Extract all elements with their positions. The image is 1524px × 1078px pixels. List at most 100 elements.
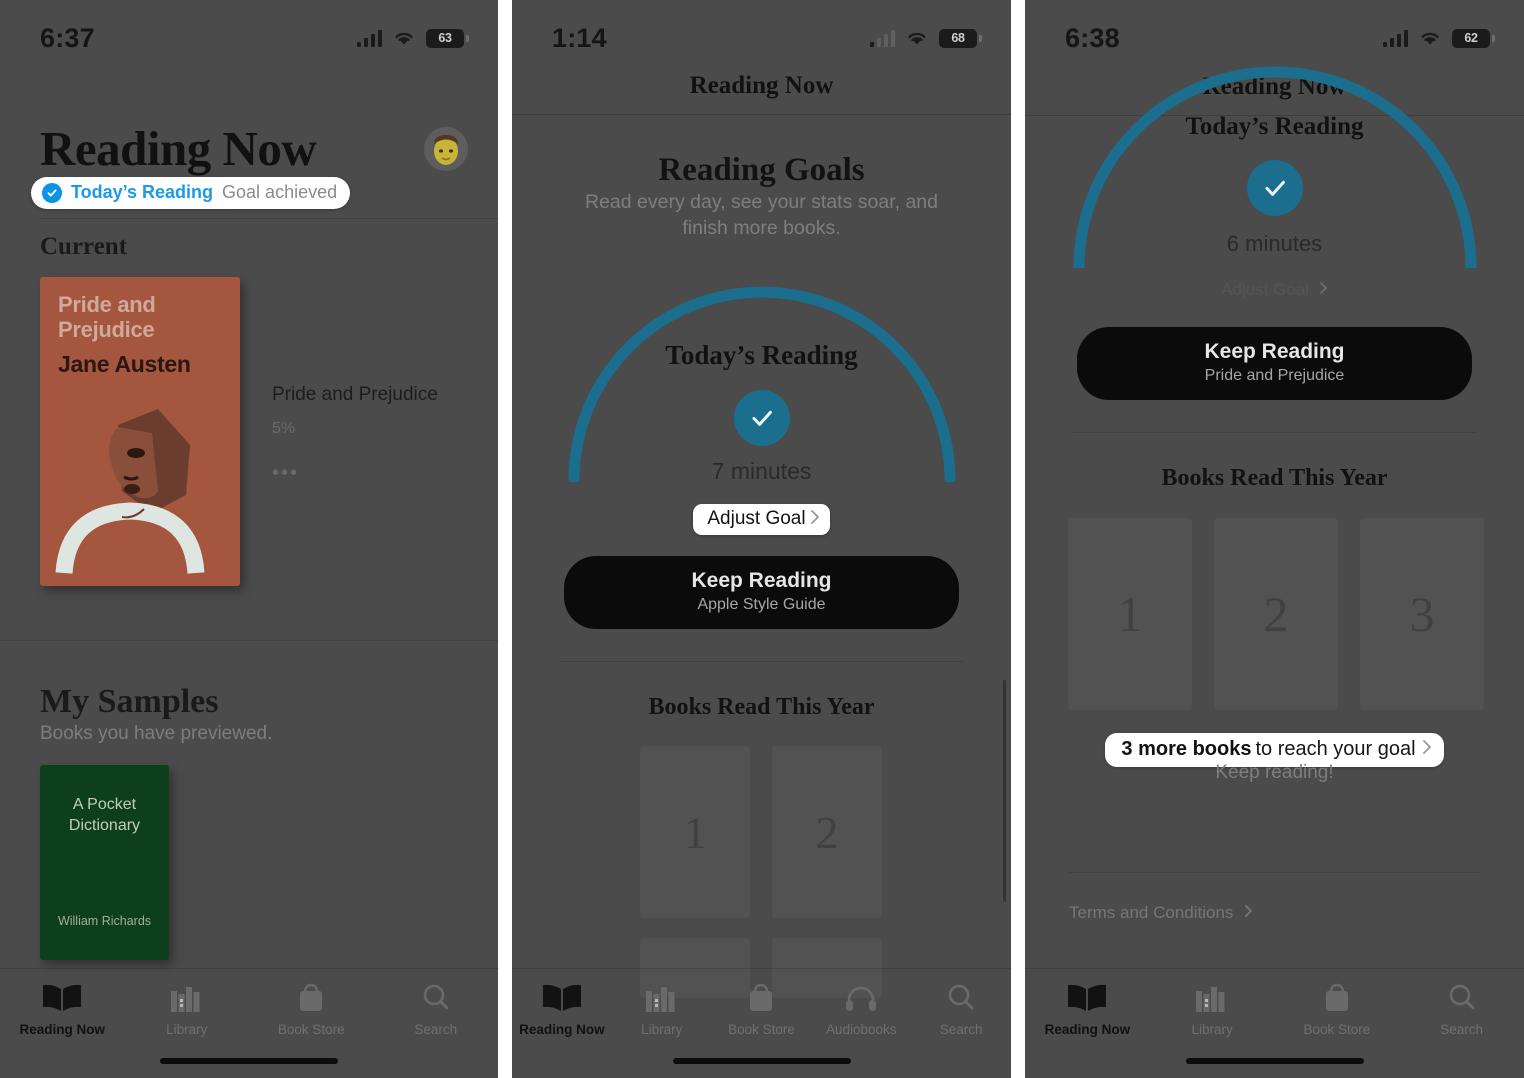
tab-library[interactable]: Library <box>612 981 712 1037</box>
book-more-button[interactable]: ••• <box>272 462 438 485</box>
adjust-goal-button[interactable]: Adjust Goal <box>512 504 1011 535</box>
page-header: Reading Now <box>40 120 468 177</box>
cellular-signal-icon <box>869 29 895 47</box>
keep-reading-button[interactable]: Keep Reading Pride and Prejudice <box>1077 327 1472 400</box>
tab-bar: Reading Now Library Book Store Audiobook… <box>512 968 1011 1078</box>
search-icon <box>944 981 978 1015</box>
chevron-right-icon <box>1244 904 1253 923</box>
nav-title: Reading Now <box>689 72 834 99</box>
adjust-goal-label: Adjust Goal <box>1221 280 1310 299</box>
keep-reading-button[interactable]: Keep Reading Apple Style Guide <box>564 556 959 629</box>
tab-bar: Reading Now Library Book Store Search <box>1025 968 1524 1078</box>
check-mark-icon <box>1246 160 1303 216</box>
page-title: Reading Now <box>40 121 317 176</box>
open-book-icon <box>539 981 585 1015</box>
bookshelf-icon <box>642 981 682 1015</box>
tab-book-store[interactable]: Book Store <box>712 981 812 1037</box>
divider <box>40 218 498 219</box>
tab-label: Book Store <box>1303 1022 1371 1037</box>
status-bar: 6:37 63 <box>0 0 498 62</box>
tab-library[interactable]: Library <box>125 981 250 1037</box>
open-book-icon <box>1064 981 1110 1015</box>
minutes-read: 6 minutes <box>1226 231 1323 256</box>
tab-label: Book Store <box>728 1022 795 1037</box>
cover-title: A Pocket Dictionary <box>68 796 141 834</box>
battery-level: 68 <box>951 31 965 45</box>
tab-reading-now[interactable]: Reading Now <box>1025 981 1150 1037</box>
reading-goals-title: Reading Goals <box>658 152 865 188</box>
divider <box>560 661 963 662</box>
shopping-bag-icon <box>1320 981 1354 1015</box>
battery-icon: 63 <box>426 28 469 48</box>
section-title-current: Current <box>40 233 128 260</box>
scrollbar[interactable] <box>1003 680 1006 902</box>
tab-label: Search <box>414 1022 458 1037</box>
sample-book-cover[interactable]: A Pocket Dictionary William Richards <box>40 765 169 960</box>
todays-reading-badge[interactable]: Today’s Reading Goal achieved <box>31 177 351 209</box>
book-slot[interactable]: 2 <box>1214 518 1338 710</box>
divider <box>0 640 498 641</box>
current-book-info: Pride and Prejudice 5% ••• <box>272 384 438 485</box>
cellular-signal-icon <box>356 29 382 47</box>
shopping-bag-icon <box>744 981 778 1015</box>
check-circle-icon <box>42 182 62 203</box>
battery-level: 63 <box>438 31 452 45</box>
tab-reading-now[interactable]: Reading Now <box>0 981 125 1037</box>
cta-subtitle: Pride and Prejudice <box>1204 367 1345 384</box>
check-mark-icon <box>733 390 790 446</box>
terms-and-conditions-link[interactable]: Terms and Conditions <box>1069 903 1253 923</box>
book-slot[interactable]: 3 <box>1360 518 1484 710</box>
books-read-title: Books Read This Year <box>648 694 875 720</box>
nav-divider <box>512 114 1011 115</box>
tab-label: Search <box>1440 1022 1484 1037</box>
tab-search[interactable]: Search <box>1399 981 1524 1037</box>
cover-author: William Richards <box>57 914 152 928</box>
wifi-icon <box>392 29 416 47</box>
section-subtitle: Books you have previewed. <box>40 723 273 744</box>
avatar[interactable] <box>424 126 468 171</box>
home-indicator <box>1185 1058 1364 1064</box>
battery-icon: 68 <box>939 28 982 48</box>
status-time: 6:37 <box>40 22 95 53</box>
tab-reading-now[interactable]: Reading Now <box>512 981 612 1037</box>
tab-search[interactable]: Search <box>911 981 1011 1037</box>
phone-screen-goal-progress: 6:38 62 Reading Now Today’s Reading 6 mi… <box>1025 0 1524 1078</box>
book-slot[interactable]: 1 <box>640 746 750 918</box>
tab-audiobooks[interactable]: Audiobooks <box>811 981 911 1037</box>
todays-reading-label: Today’s Reading <box>1185 113 1364 140</box>
tab-label: Reading Now <box>19 1022 105 1037</box>
cta-title: Keep Reading <box>691 569 832 592</box>
chevron-right-icon <box>1422 739 1432 760</box>
bookshelf-icon <box>167 981 207 1015</box>
tab-label: Audiobooks <box>826 1022 897 1037</box>
open-book-icon <box>39 981 85 1015</box>
cta-title: Keep Reading <box>1204 340 1345 363</box>
tab-book-store[interactable]: Book Store <box>1275 981 1400 1037</box>
adjust-goal-button[interactable]: Adjust Goal <box>1025 280 1524 300</box>
books-read-grid: 1 2 3 <box>1068 518 1484 710</box>
shopping-bag-icon <box>294 981 328 1015</box>
reading-goals-subtitle: Read every day, see your stats soar, and… <box>585 191 938 239</box>
books-read-grid: 1 2 <box>640 746 882 918</box>
todays-reading-label: Today’s Reading <box>665 340 858 370</box>
tab-label: Search <box>939 1022 983 1037</box>
badge-muted-text: Goal achieved <box>222 182 338 202</box>
adjust-goal-label: Adjust Goal <box>707 508 806 529</box>
status-bar: 1:14 68 <box>512 0 1011 62</box>
goal-progress-arc <box>562 262 962 482</box>
tab-book-store[interactable]: Book Store <box>249 981 374 1037</box>
tab-search[interactable]: Search <box>374 981 499 1037</box>
current-book-cover[interactable]: Pride and Prejudice Jane Austen <box>40 277 240 586</box>
book-slot[interactable]: 1 <box>1068 518 1192 710</box>
tab-bar: Reading Now Library Book Store Search <box>0 968 498 1078</box>
tab-label: Reading Now <box>519 1022 605 1037</box>
tab-label: Reading Now <box>1044 1022 1131 1037</box>
tab-library[interactable]: Library <box>1150 981 1275 1037</box>
search-icon <box>1445 981 1479 1015</box>
book-slot[interactable]: 2 <box>772 746 882 918</box>
keep-reading-note: Keep reading! <box>1215 762 1334 783</box>
home-indicator <box>672 1058 851 1064</box>
tab-label: Book Store <box>277 1022 345 1037</box>
screenshot-stage: 6:37 63 Reading Now Today’s Reading Goal… <box>0 0 1524 1078</box>
tab-label: Library <box>641 1022 683 1037</box>
